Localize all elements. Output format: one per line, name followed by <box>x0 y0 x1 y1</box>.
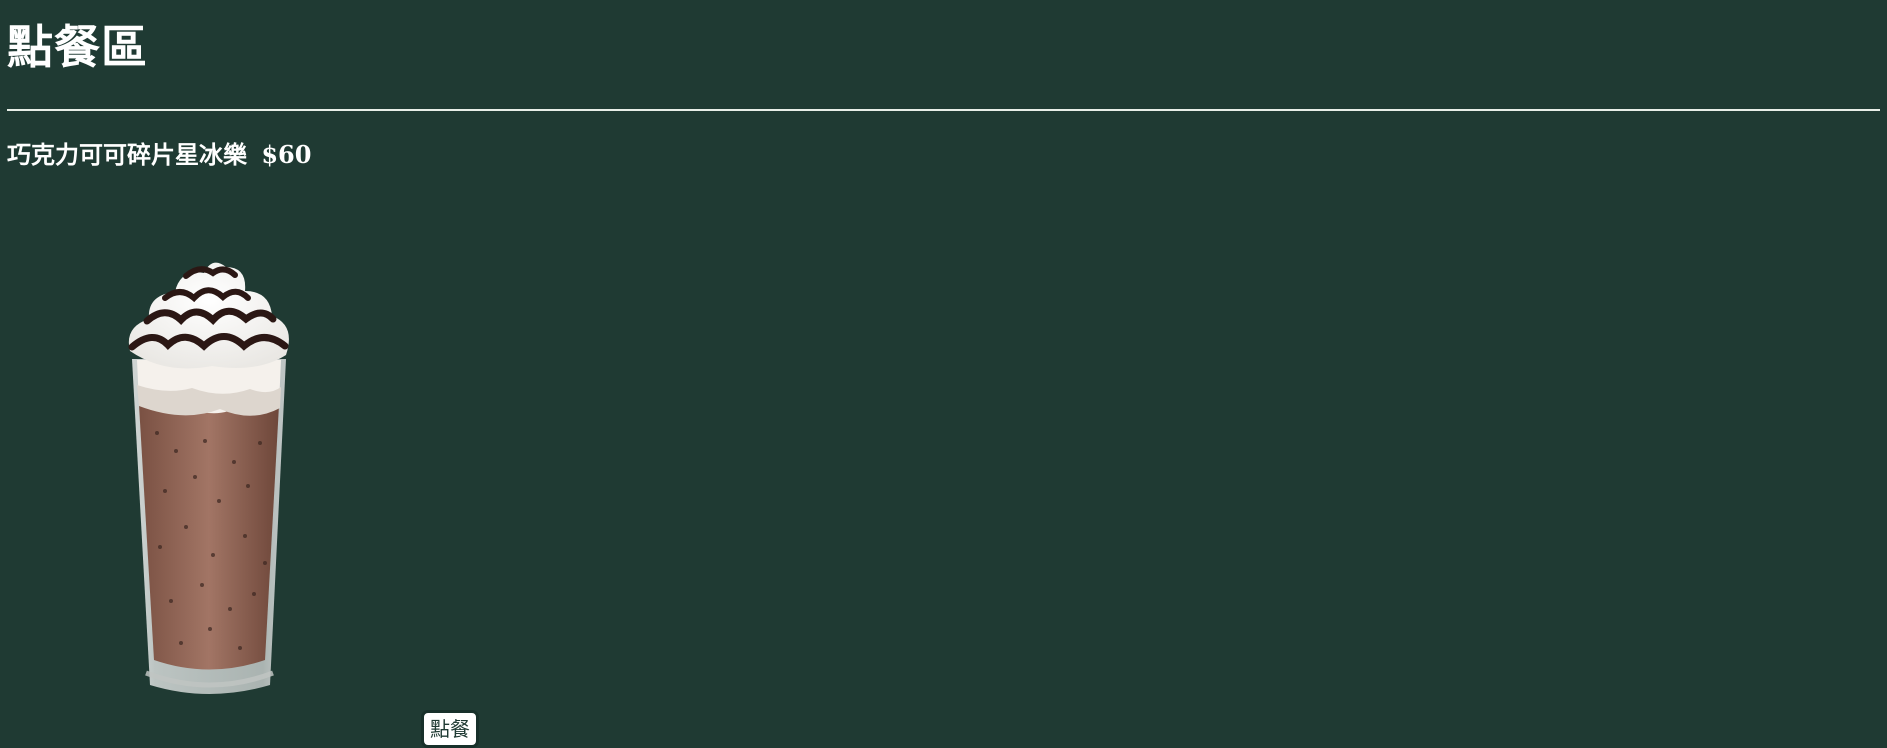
section-divider <box>7 109 1880 111</box>
menu-item-price: $60 <box>261 140 312 169</box>
page-title: 點餐區 <box>7 20 148 74</box>
menu-item-name: 巧克力可可碎片星冰樂 <box>7 140 247 169</box>
chocolate-frappuccino-image <box>128 262 289 694</box>
ordering-page: 點餐區 巧克力可可碎片星冰樂 $60 點餐 <box>0 0 1887 748</box>
order-button[interactable]: 點餐 <box>421 710 479 748</box>
menu-item-title: 巧克力可可碎片星冰樂 $60 <box>7 140 312 170</box>
